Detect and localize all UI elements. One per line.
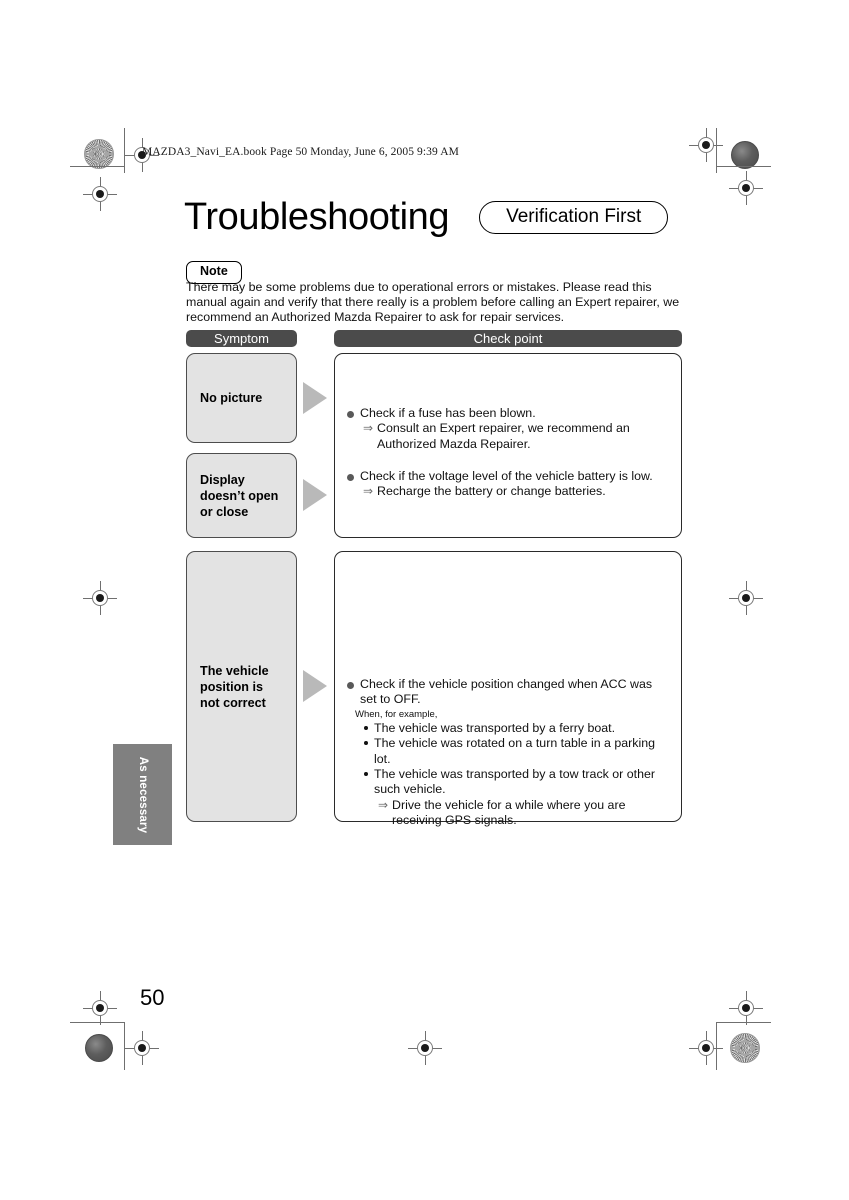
symptom-box-no-picture: No picture <box>186 353 297 443</box>
check-point-box-2: Check if the vehicle position changed wh… <box>334 551 682 827</box>
symptom-label: Display doesn’t open or close <box>200 472 279 519</box>
check-point-box-1: Check if a fuse has been blown. ⇒ Consul… <box>334 353 682 538</box>
manual-page: MAZDA3_Navi_EA.book Page 50 Monday, June… <box>0 0 849 1200</box>
print-density-dot-bottom-left <box>85 1034 113 1062</box>
trim-line-right-horizontal <box>716 166 771 167</box>
trim-line-right-horizontal-bottom <box>716 1022 771 1023</box>
sub-arrow-icon: ⇒ <box>378 797 389 812</box>
verification-first-pill: Verification First <box>479 200 669 234</box>
check-dash-text: The vehicle was rotated on a turn table … <box>374 736 656 766</box>
trim-line-left-horizontal <box>70 166 125 167</box>
check-bullet-text: Check if the vehicle position changed wh… <box>360 677 653 707</box>
check-dash-text: The vehicle was transported by a tow tra… <box>374 767 655 797</box>
print-density-dot-top-right <box>731 141 759 169</box>
registration-mark-top-right <box>689 128 723 162</box>
registration-mark-bottom-right-lower <box>689 1031 723 1065</box>
check-dash-line: The vehicle was transported by a tow tra… <box>362 767 669 798</box>
registration-mark-bottom-left-lower <box>125 1031 159 1065</box>
symptom-label: No picture <box>200 391 263 405</box>
registration-mark-bottom-left <box>83 991 117 1025</box>
check-small-note: When, for example, <box>355 708 438 720</box>
symptom-box-display-open-close: Display doesn’t open or close <box>186 453 297 538</box>
print-starburst-mark-bottom-right <box>730 1033 760 1063</box>
flow-arrow-icon <box>303 382 327 414</box>
disc-bullet-icon <box>347 474 354 481</box>
sub-arrow-icon: ⇒ <box>363 484 374 499</box>
disc-bullet-icon <box>347 411 354 418</box>
flow-arrow-icon <box>303 479 327 511</box>
check-arrow-line: ⇒ Consult an Expert repairer, we recomme… <box>363 421 669 452</box>
small-dot-bullet-icon <box>364 772 368 777</box>
column-header-check-point: Check point <box>334 330 682 347</box>
check-group: Check if a fuse has been blown. ⇒ Consul… <box>347 406 669 452</box>
small-dot-bullet-icon <box>364 741 368 746</box>
check-arrow-text: Consult an Expert repairer, we recommend… <box>377 421 630 451</box>
check-arrow-line: ⇒ Recharge the battery or change batteri… <box>363 484 669 499</box>
check-group: Check if the vehicle position changed wh… <box>347 677 669 829</box>
check-bullet-line: Check if the voltage level of the vehicl… <box>347 469 669 484</box>
title-row: Troubleshooting Verification First <box>184 196 669 238</box>
disc-bullet-icon <box>347 682 354 689</box>
check-arrow-text: Drive the vehicle for a while where you … <box>392 797 626 828</box>
check-arrow-text: Recharge the battery or change batteries… <box>377 484 606 499</box>
registration-mark-top-right-lower <box>729 171 763 205</box>
check-bullet-text: Check if the voltage level of the vehicl… <box>360 469 653 483</box>
symptom-label: The vehicle position is not correct <box>200 663 269 710</box>
print-file-header: MAZDA3_Navi_EA.book Page 50 Monday, June… <box>142 146 459 158</box>
registration-mark-bottom-right <box>729 991 763 1025</box>
symptom-box-vehicle-position: The vehicle position is not correct <box>186 551 297 822</box>
check-group: Check if the voltage level of the vehicl… <box>347 469 669 500</box>
side-tab-label: As necessary <box>136 756 149 833</box>
check-dash-line: The vehicle was rotated on a turn table … <box>362 736 669 767</box>
check-arrow-line: ⇒ Drive the vehicle for a while where yo… <box>378 798 669 829</box>
side-tab-as-necessary: As necessary <box>113 744 172 845</box>
registration-mark-right-middle <box>729 581 763 615</box>
small-dot-bullet-icon <box>364 725 368 730</box>
registration-mark-left-middle <box>83 581 117 615</box>
check-bullet-line: Check if a fuse has been blown. <box>347 406 669 421</box>
check-bullet-text: Check if a fuse has been blown. <box>360 406 536 420</box>
page-number: 50 <box>140 985 165 1010</box>
column-header-symptom: Symptom <box>186 330 297 347</box>
check-bullet-line: Check if the vehicle position changed wh… <box>347 677 669 708</box>
check-dash-line: The vehicle was transported by a ferry b… <box>362 721 669 736</box>
page-title: Troubleshooting <box>184 196 450 238</box>
sub-arrow-icon: ⇒ <box>363 421 374 436</box>
trim-line-left-horizontal-bottom <box>70 1022 125 1023</box>
check-dash-text: The vehicle was transported by a ferry b… <box>374 720 616 735</box>
registration-mark-top-left-lower <box>83 177 117 211</box>
print-starburst-mark-top-left <box>84 139 114 169</box>
trim-line-right-vertical-bottom <box>716 1022 717 1070</box>
registration-mark-bottom-center <box>408 1031 442 1065</box>
flow-arrow-icon <box>303 670 327 702</box>
note-body-text: There may be some problems due to operat… <box>186 280 680 325</box>
trim-line-left-vertical-bottom <box>124 1022 125 1070</box>
